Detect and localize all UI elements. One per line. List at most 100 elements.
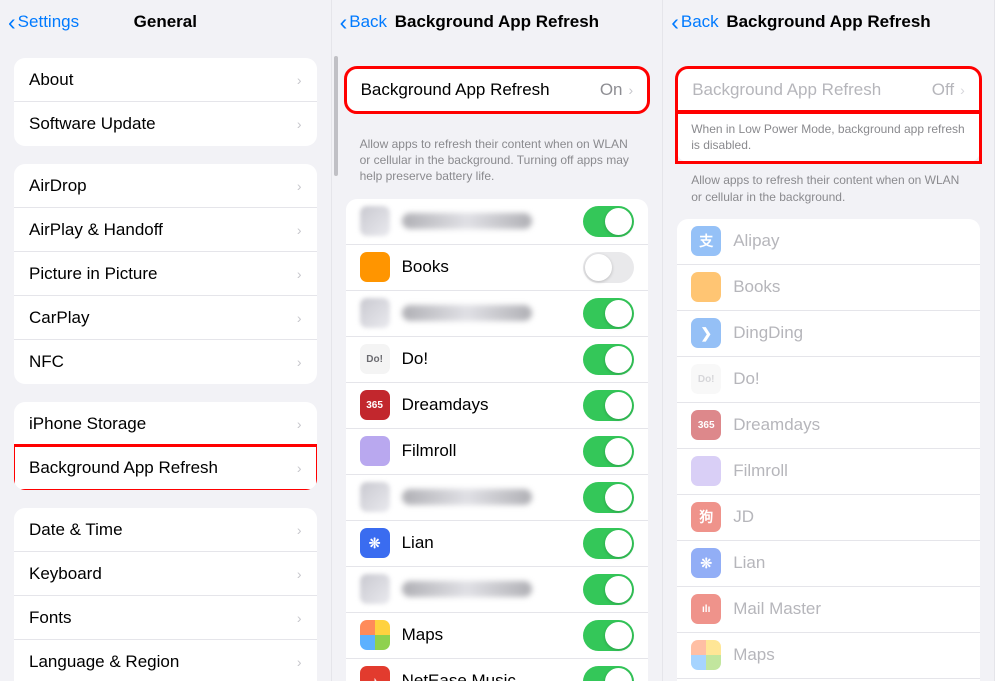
- app-label: Filmroll: [733, 461, 966, 481]
- group-storage: iPhone Storage›Background App Refresh›: [14, 402, 317, 490]
- back-button[interactable]: ‹ Back: [340, 9, 387, 36]
- header: ‹ Back Background App Refresh: [663, 0, 994, 44]
- chevron-right-icon: ›: [297, 416, 302, 432]
- header: ‹ Settings General: [0, 0, 331, 44]
- app-row: [346, 475, 649, 521]
- settings-row[interactable]: Background App Refresh›: [14, 446, 317, 490]
- chevron-right-icon: ›: [297, 178, 302, 194]
- app-toggle[interactable]: [583, 574, 634, 605]
- row-label: About: [29, 70, 297, 90]
- settings-row[interactable]: Fonts›: [14, 596, 317, 640]
- app-row: 365Dreamdays: [346, 383, 649, 429]
- redacted-label: [402, 581, 532, 597]
- master-toggle-row[interactable]: Background App Refresh On ›: [346, 68, 649, 112]
- app-label: Maps: [402, 625, 584, 645]
- app-row: ❊ Lian: [677, 541, 980, 587]
- settings-row[interactable]: CarPlay›: [14, 296, 317, 340]
- master-section: Background App Refresh Off › When in Low…: [677, 68, 980, 162]
- back-label: Back: [681, 12, 719, 32]
- app-label: [402, 581, 584, 597]
- row-label: AirDrop: [29, 176, 297, 196]
- back-label: Back: [349, 12, 387, 32]
- settings-row[interactable]: About›: [14, 58, 317, 102]
- app-row: Maps: [346, 613, 649, 659]
- settings-row[interactable]: Picture in Picture›: [14, 252, 317, 296]
- scroll-indicator: [334, 56, 338, 176]
- back-button[interactable]: ‹ Settings: [8, 9, 79, 36]
- page-title: General: [134, 12, 197, 32]
- app-row: Filmroll: [677, 449, 980, 495]
- chevron-right-icon: ›: [297, 72, 302, 88]
- row-label: AirPlay & Handoff: [29, 220, 297, 240]
- chevron-right-icon: ›: [297, 354, 302, 370]
- chevron-right-icon: ›: [297, 610, 302, 626]
- app-label: Lian: [733, 553, 966, 573]
- app-icon: ❯: [691, 318, 721, 348]
- settings-row[interactable]: Keyboard›: [14, 552, 317, 596]
- app-toggle[interactable]: [583, 620, 634, 651]
- app-toggle[interactable]: [583, 390, 634, 421]
- back-label: Settings: [18, 12, 79, 32]
- app-icon: ❊: [360, 528, 390, 558]
- master-label: Background App Refresh: [692, 80, 932, 100]
- app-toggle[interactable]: [583, 298, 634, 329]
- app-icon: [360, 620, 390, 650]
- group-connectivity: AirDrop›AirPlay & Handoff›Picture in Pic…: [14, 164, 317, 384]
- app-row: ılıMail Master: [677, 587, 980, 633]
- app-icon: ılı: [691, 594, 721, 624]
- app-toggle[interactable]: [583, 344, 634, 375]
- app-icon: ❊: [691, 548, 721, 578]
- settings-row[interactable]: AirDrop›: [14, 164, 317, 208]
- app-toggle[interactable]: [583, 528, 634, 559]
- app-label: Books: [402, 257, 584, 277]
- app-icon: 支: [691, 226, 721, 256]
- chevron-left-icon: ‹: [8, 9, 16, 36]
- app-toggle[interactable]: [583, 436, 634, 467]
- chevron-right-icon: ›: [297, 222, 302, 238]
- app-row: 365Dreamdays: [677, 403, 980, 449]
- header: ‹ Back Background App Refresh: [332, 0, 663, 44]
- back-button[interactable]: ‹ Back: [671, 9, 718, 36]
- settings-row[interactable]: Software Update›: [14, 102, 317, 146]
- master-value: On: [600, 80, 623, 100]
- settings-row[interactable]: Language & Region›: [14, 640, 317, 681]
- footer-text: Allow apps to refresh their content when…: [332, 130, 663, 193]
- row-label: Date & Time: [29, 520, 297, 540]
- chevron-right-icon: ›: [297, 460, 302, 476]
- footer-text: Allow apps to refresh their content when…: [663, 162, 994, 212]
- app-label: Do!: [733, 369, 966, 389]
- chevron-right-icon: ›: [297, 654, 302, 670]
- app-label: Alipay: [733, 231, 966, 251]
- app-row: 狗JD: [677, 495, 980, 541]
- settings-row[interactable]: Date & Time›: [14, 508, 317, 552]
- app-row: ❊Lian: [346, 521, 649, 567]
- app-label: Filmroll: [402, 441, 584, 461]
- page-title: Background App Refresh: [726, 12, 930, 32]
- row-label: CarPlay: [29, 308, 297, 328]
- app-icon: [691, 640, 721, 670]
- settings-row[interactable]: AirPlay & Handoff›: [14, 208, 317, 252]
- settings-row[interactable]: iPhone Storage›: [14, 402, 317, 446]
- app-toggle[interactable]: [583, 482, 634, 513]
- row-label: Background App Refresh: [29, 458, 297, 478]
- master-toggle-row[interactable]: Background App Refresh Off ›: [677, 68, 980, 112]
- app-toggle[interactable]: [583, 252, 634, 283]
- chevron-right-icon: ›: [297, 266, 302, 282]
- app-icon: [360, 482, 390, 512]
- app-row: Do!Do!: [677, 357, 980, 403]
- app-row: 支 Alipay: [677, 219, 980, 265]
- chevron-right-icon: ›: [960, 82, 965, 98]
- row-label: Picture in Picture: [29, 264, 297, 284]
- app-toggle[interactable]: [583, 666, 634, 681]
- row-label: Keyboard: [29, 564, 297, 584]
- app-label: NetEase Music: [402, 671, 584, 681]
- app-row: Books: [346, 245, 649, 291]
- app-icon: [360, 574, 390, 604]
- app-row: Do!Do!: [346, 337, 649, 383]
- pane-general: ‹ Settings General About›Software Update…: [0, 0, 332, 681]
- app-icon: [691, 456, 721, 486]
- app-label: [402, 305, 584, 321]
- app-toggle[interactable]: [583, 206, 634, 237]
- settings-row[interactable]: NFC›: [14, 340, 317, 384]
- app-icon: [360, 436, 390, 466]
